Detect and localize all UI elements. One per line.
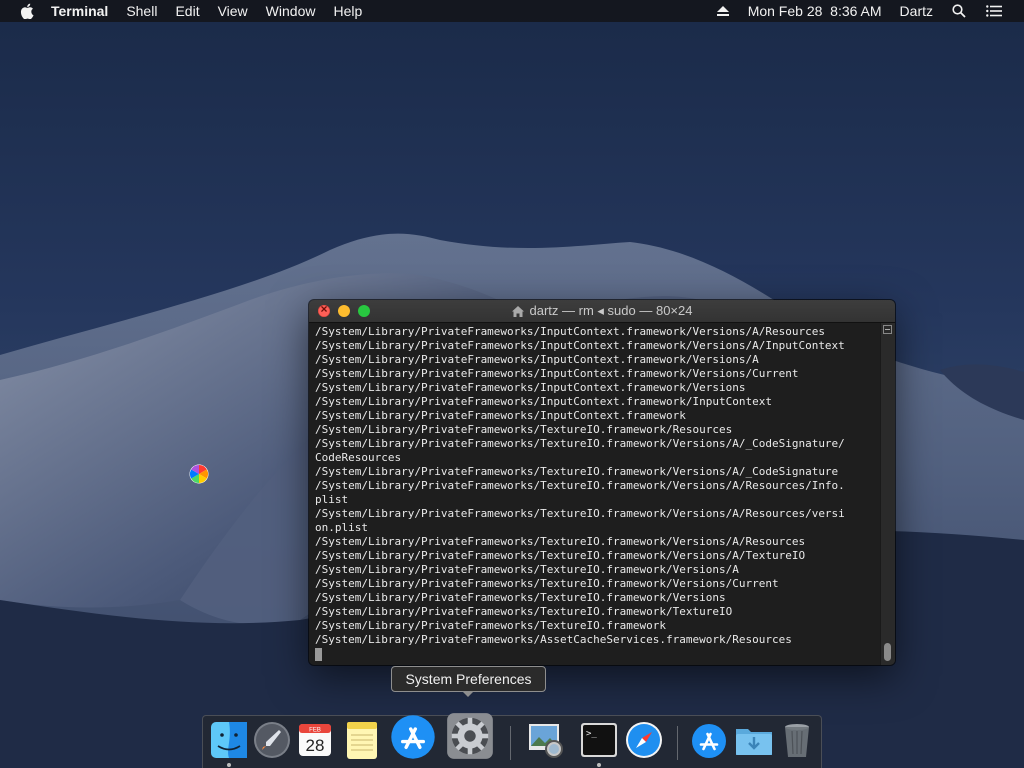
terminal-line: /System/Library/PrivateFrameworks/InputC…: [315, 395, 772, 408]
spotlight-search-icon[interactable]: [952, 4, 966, 18]
terminal-line: /System/Library/PrivateFrameworks/InputC…: [315, 409, 686, 422]
dock-item-downloads[interactable]: [733, 719, 775, 763]
tooltip-arrow: [462, 691, 474, 697]
dock-item-terminal[interactable]: >_: [578, 719, 620, 763]
running-indicator: [597, 763, 601, 767]
window-titlebar[interactable]: dartz — rm ◂ sudo — 80×24: [309, 300, 895, 323]
terminal-line: /System/Library/PrivateFrameworks/Textur…: [315, 465, 839, 478]
terminal-line: /System/Library/PrivateFrameworks/Textur…: [315, 437, 845, 450]
menu-app-terminal[interactable]: Terminal: [42, 0, 117, 22]
calendar-day: 28: [306, 736, 325, 755]
terminal-line: /System/Library/PrivateFrameworks/Textur…: [315, 549, 806, 562]
minimize-window-button[interactable]: [338, 305, 350, 317]
window-title: dartz — rm ◂ sudo — 80×24: [511, 303, 693, 319]
terminal-line: plist: [315, 493, 349, 506]
preview-icon: [529, 724, 563, 758]
app-store-icon: [692, 724, 726, 758]
dock-item-calendar[interactable]: FEB 28: [294, 719, 336, 763]
running-indicator: [227, 763, 231, 767]
scrollbar-thumb[interactable]: [884, 643, 891, 661]
split-pane-icon[interactable]: [883, 325, 892, 334]
dock-separator: [510, 726, 511, 760]
terminal-line: /System/Library/PrivateFrameworks/InputC…: [315, 367, 799, 380]
calendar-month: FEB: [309, 728, 321, 734]
downloads-folder-icon: [736, 729, 772, 755]
close-window-button[interactable]: [318, 302, 330, 317]
dock-item-safari[interactable]: [623, 719, 665, 763]
menu-view[interactable]: View: [209, 0, 257, 22]
terminal-line: /System/Library/PrivateFrameworks/Textur…: [315, 535, 806, 548]
terminal-line: /System/Library/PrivateFrameworks/Textur…: [315, 507, 845, 520]
menu-user[interactable]: Dartz: [891, 0, 942, 22]
terminal-line: /System/Library/PrivateFrameworks/Textur…: [315, 619, 666, 632]
trash-icon: [785, 724, 809, 757]
terminal-line: /System/Library/PrivateFrameworks/InputC…: [315, 353, 759, 366]
terminal-line: /System/Library/PrivateFrameworks/AssetC…: [315, 633, 792, 646]
terminal-line: /System/Library/PrivateFrameworks/Textur…: [315, 563, 739, 576]
dock-item-notes[interactable]: [341, 719, 383, 763]
menu-window[interactable]: Window: [257, 0, 325, 22]
terminal-line: /System/Library/PrivateFrameworks/InputC…: [315, 339, 845, 352]
terminal-line: on.plist: [315, 521, 368, 534]
menu-shell[interactable]: Shell: [117, 0, 166, 22]
dock-item-app-store[interactable]: [389, 713, 437, 761]
calendar-icon: FEB 28: [299, 724, 331, 756]
terminal-line: /System/Library/PrivateFrameworks/InputC…: [315, 325, 825, 338]
dock: FEB 28 >_: [202, 712, 822, 768]
launchpad-icon: [254, 722, 290, 758]
terminal-line: /System/Library/PrivateFrameworks/Textur…: [315, 423, 733, 436]
dock-item-preview[interactable]: [525, 719, 567, 763]
terminal-line: CodeResources: [315, 451, 402, 464]
menu-edit[interactable]: Edit: [166, 0, 208, 22]
dock-item-launchpad[interactable]: [251, 719, 293, 763]
dock-item-finder[interactable]: [208, 719, 250, 763]
terminal-line: /System/Library/PrivateFrameworks/Textur…: [315, 479, 845, 492]
terminal-line: /System/Library/PrivateFrameworks/Textur…: [315, 605, 733, 618]
apple-icon[interactable]: [20, 3, 34, 19]
dock-item-system-preferences[interactable]: [446, 712, 494, 760]
terminal-line: /System/Library/PrivateFrameworks/Textur…: [315, 591, 726, 604]
window-title-text: dartz — rm ◂ sudo — 80×24: [529, 303, 693, 318]
notification-center-icon[interactable]: [986, 5, 1002, 17]
menu-bar: Terminal Shell Edit View Window Help Mon…: [0, 0, 1024, 22]
zoom-window-button[interactable]: [358, 305, 370, 317]
eject-icon[interactable]: [716, 5, 729, 17]
dock-item-trash[interactable]: [776, 719, 818, 763]
terminal-line: /System/Library/PrivateFrameworks/Textur…: [315, 577, 779, 590]
terminal-icon: >_: [581, 723, 617, 757]
text-cursor: [315, 648, 322, 661]
gear-icon: [447, 713, 493, 759]
dock-tooltip: System Preferences: [391, 666, 546, 692]
notes-icon: [347, 722, 377, 759]
svg-text:>_: >_: [586, 729, 597, 739]
terminal-output[interactable]: /System/Library/PrivateFrameworks/InputC…: [309, 323, 883, 665]
spinning-wait-cursor-icon: [189, 464, 209, 484]
finder-icon: [211, 722, 247, 758]
terminal-window[interactable]: dartz — rm ◂ sudo — 80×24 /System/Librar…: [309, 300, 895, 665]
dock-separator: [677, 726, 678, 760]
menu-clock[interactable]: Mon Feb 28 8:36 AM: [739, 0, 891, 22]
terminal-line: /System/Library/PrivateFrameworks/InputC…: [315, 381, 746, 394]
dock-item-app-store-folder[interactable]: [688, 719, 730, 763]
menu-help[interactable]: Help: [324, 0, 371, 22]
app-store-icon: [391, 715, 435, 759]
home-icon: [511, 305, 524, 317]
vertical-scrollbar[interactable]: [880, 323, 895, 665]
safari-icon: [626, 722, 662, 758]
